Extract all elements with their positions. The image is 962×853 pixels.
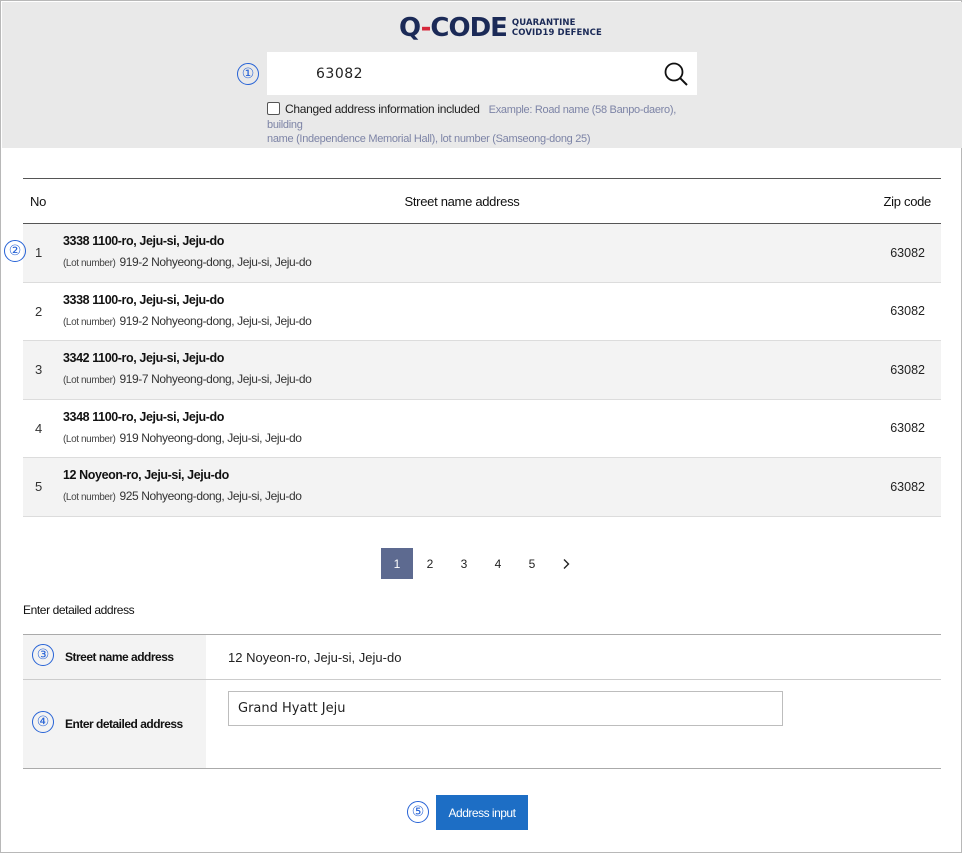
row-zip: 63082 xyxy=(890,421,925,436)
row-street-address[interactable]: 3348 1100-ro, Jeju-si, Jeju-do xyxy=(63,409,861,425)
row-zip: 63082 xyxy=(890,479,925,494)
row-street-address[interactable]: 3338 1100-ro, Jeju-si, Jeju-do xyxy=(63,292,861,308)
table-row[interactable]: 4 3348 1100-ro, Jeju-si, Jeju-do (Lot nu… xyxy=(23,400,941,458)
search-button[interactable] xyxy=(661,59,691,89)
row-address: 3342 1100-ro, Jeju-si, Jeju-do (Lot numb… xyxy=(63,350,861,389)
row-no: 4 xyxy=(35,420,43,436)
row-no: 2 xyxy=(35,303,43,319)
table-row[interactable]: 1 3338 1100-ro, Jeju-si, Jeju-do (Lot nu… xyxy=(23,224,941,283)
next-page-button[interactable] xyxy=(549,548,583,579)
row-address: 3348 1100-ro, Jeju-si, Jeju-do (Lot numb… xyxy=(63,409,861,448)
table-row[interactable]: 5 12 Noyeon-ro, Jeju-si, Jeju-do (Lot nu… xyxy=(23,458,941,517)
page-3-button[interactable]: 3 xyxy=(447,548,481,579)
table-row[interactable]: 2 3338 1100-ro, Jeju-si, Jeju-do (Lot nu… xyxy=(23,283,941,341)
search-input[interactable] xyxy=(267,52,647,95)
lot-number-tag: (Lot number) xyxy=(63,433,116,445)
step-marker-3: ③ xyxy=(32,644,54,666)
row-lot-address: (Lot number) 919-2 Nohyeong-dong, Jeju-si… xyxy=(63,255,312,270)
row-lot-address: (Lot number) 919 Nohyeong-dong, Jeju-si, … xyxy=(63,430,302,445)
row-no: 5 xyxy=(35,479,43,495)
step-marker-5: ⑤ xyxy=(407,801,429,823)
page-4-button[interactable]: 4 xyxy=(481,548,515,579)
page-5-button[interactable]: 5 xyxy=(515,548,549,579)
row-street-address[interactable]: 12 Noyeon-ro, Jeju-si, Jeju-do xyxy=(63,467,861,483)
detailed-address-cell xyxy=(206,680,941,768)
search-example-hint-2: name (Independence Memorial Hall), lot n… xyxy=(267,133,591,145)
detailed-address-input[interactable] xyxy=(228,691,783,726)
logo-q: Q- xyxy=(399,13,431,43)
row-street-address[interactable]: 3342 1100-ro, Jeju-si, Jeju-do xyxy=(63,350,861,366)
lot-number-tag: (Lot number) xyxy=(63,316,116,328)
address-search-window: Q- CODE QUARANTINE COVID19 DEFENCE ① Cha… xyxy=(0,0,962,853)
table-row[interactable]: 3 3342 1100-ro, Jeju-si, Jeju-do (Lot nu… xyxy=(23,341,941,400)
row-no: 3 xyxy=(35,362,43,378)
row-no: 1 xyxy=(35,245,43,261)
detail-section-title: Enter detailed address xyxy=(23,603,135,617)
address-results-table: No Street name address Zip code 1 3338 1… xyxy=(23,178,941,517)
address-input-button[interactable]: Address input xyxy=(436,795,528,830)
changed-address-checkbox[interactable] xyxy=(267,102,280,115)
street-address-row: Street name address 12 Noyeon-ro, Jeju-s… xyxy=(23,635,941,680)
table-header: No Street name address Zip code xyxy=(23,179,941,224)
row-lot-address: (Lot number) 919-7 Nohyeong-dong, Jeju-si… xyxy=(63,372,312,387)
page-2-button[interactable]: 2 xyxy=(413,548,447,579)
qcode-logo: Q- CODE QUARANTINE COVID19 DEFENCE xyxy=(399,13,602,43)
header-zip-code: Zip code xyxy=(883,193,932,209)
row-street-address[interactable]: 3338 1100-ro, Jeju-si, Jeju-do xyxy=(63,233,861,249)
row-address: 12 Noyeon-ro, Jeju-si, Jeju-do (Lot numb… xyxy=(63,467,861,506)
search-box xyxy=(267,52,697,95)
header-street-address: Street name address xyxy=(404,193,520,209)
step-marker-1: ① xyxy=(237,63,259,85)
lot-number-tag: (Lot number) xyxy=(63,492,116,504)
search-icon xyxy=(664,62,688,86)
row-lot-address: (Lot number) 919-2 Nohyeong-dong, Jeju-si… xyxy=(63,313,312,328)
row-address: 3338 1100-ro, Jeju-si, Jeju-do (Lot numb… xyxy=(63,233,861,272)
street-address-value: 12 Noyeon-ro, Jeju-si, Jeju-do xyxy=(228,649,402,665)
row-address: 3338 1100-ro, Jeju-si, Jeju-do (Lot numb… xyxy=(63,292,861,331)
detail-address-form: Street name address 12 Noyeon-ro, Jeju-s… xyxy=(23,634,941,769)
lot-number-tag: (Lot number) xyxy=(63,375,116,387)
row-lot-address: (Lot number) 925 Nohyeong-dong, Jeju-si, … xyxy=(63,489,302,504)
step-marker-4: ④ xyxy=(32,711,54,733)
pagination: 1 2 3 4 5 xyxy=(381,548,583,579)
chevron-right-icon xyxy=(563,558,570,569)
header-no: No xyxy=(30,193,47,209)
row-zip: 63082 xyxy=(890,245,925,260)
page-1-button[interactable]: 1 xyxy=(381,548,413,579)
step-marker-2: ② xyxy=(4,240,26,262)
row-zip: 63082 xyxy=(890,304,925,319)
logo-code: CODE xyxy=(430,13,508,43)
changed-address-option: Changed address information included Exam… xyxy=(267,102,707,146)
row-zip: 63082 xyxy=(890,362,925,377)
lot-number-tag: (Lot number) xyxy=(63,258,116,270)
detailed-address-row: Enter detailed address xyxy=(23,680,941,768)
changed-address-label[interactable]: Changed address information included xyxy=(285,102,480,116)
logo-subtitle: QUARANTINE COVID19 DEFENCE xyxy=(511,18,602,38)
